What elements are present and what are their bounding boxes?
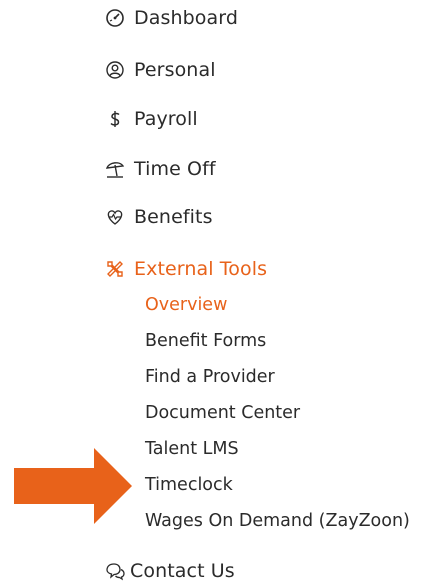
- nav-item-label: Benefits: [134, 206, 213, 228]
- nav-item-label: Payroll: [134, 108, 198, 130]
- sub-item-document-center[interactable]: Document Center: [145, 401, 300, 425]
- nav-item-time-off[interactable]: Time Off: [104, 155, 216, 183]
- sub-item-overview[interactable]: Overview: [145, 293, 227, 317]
- sub-item-wages-on-demand[interactable]: Wages On Demand (ZayZoon): [145, 509, 410, 533]
- sub-item-timeclock[interactable]: Timeclock: [145, 473, 233, 497]
- nav-item-label: Personal: [134, 59, 216, 81]
- nav-item-contact-us[interactable]: Contact Us: [104, 557, 235, 585]
- right-arrow-icon: [14, 448, 132, 524]
- nav-item-label: External Tools: [134, 258, 268, 280]
- nav-item-benefits[interactable]: Benefits: [104, 203, 213, 231]
- nav-item-label: Contact Us: [130, 560, 235, 582]
- beach-umbrella-icon: [104, 158, 126, 180]
- nav-item-payroll[interactable]: Payroll: [104, 105, 198, 133]
- nav-item-personal[interactable]: Personal: [104, 56, 216, 84]
- chat-bubbles-icon: [104, 560, 126, 582]
- sub-item-talent-lms[interactable]: Talent LMS: [145, 437, 239, 461]
- nav-item-dashboard[interactable]: Dashboard: [104, 4, 238, 32]
- nav-item-label: Time Off: [134, 158, 216, 180]
- dollar-icon: [104, 108, 126, 130]
- sub-item-benefit-forms[interactable]: Benefit Forms: [145, 329, 266, 353]
- nav-item-label: Dashboard: [134, 7, 238, 29]
- sub-item-find-a-provider[interactable]: Find a Provider: [145, 365, 275, 389]
- dashboard-gauge-icon: [104, 7, 126, 29]
- user-circle-icon: [104, 59, 126, 81]
- nav-item-external-tools[interactable]: External Tools: [104, 255, 267, 283]
- heartbeat-icon: [104, 206, 126, 228]
- tools-icon: [104, 258, 126, 280]
